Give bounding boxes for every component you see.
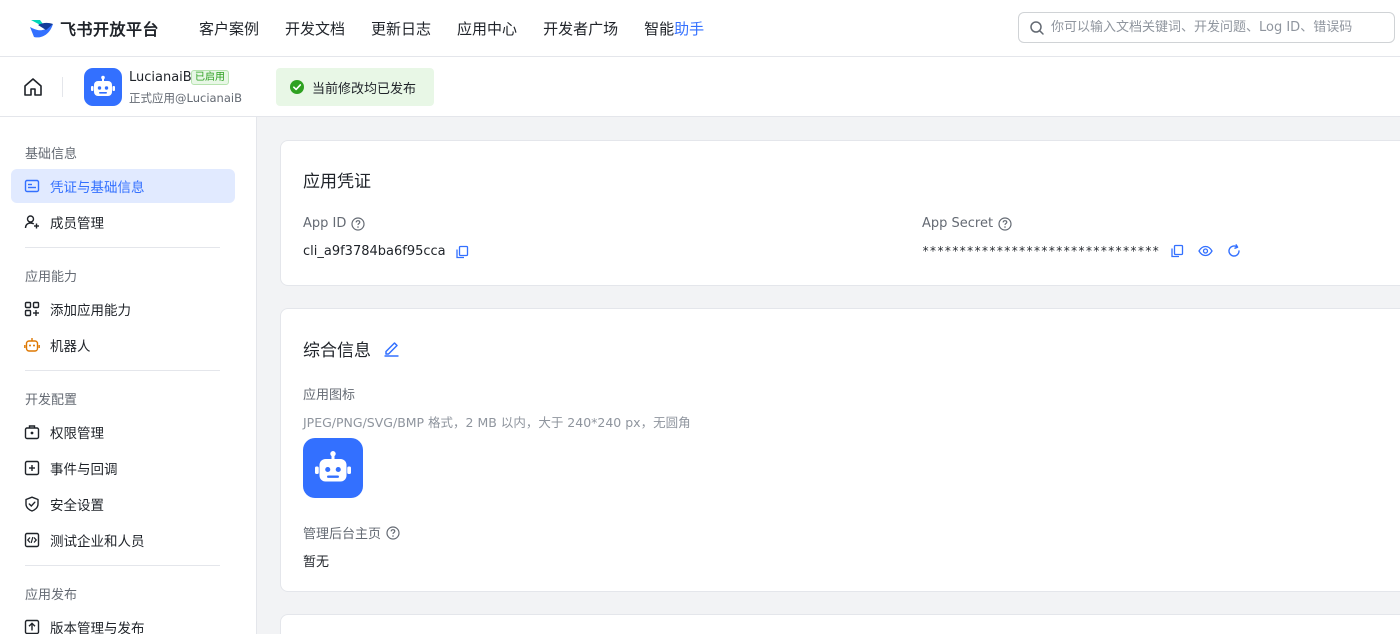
nav-ai-assistant-prefix: 智能 xyxy=(644,19,675,38)
reset-secret-button[interactable] xyxy=(1227,244,1241,258)
app-subtitle: 正式应用@LucianaiB xyxy=(129,91,242,105)
sidebar-item-label: 机器人 xyxy=(50,339,91,355)
upload-icon xyxy=(24,619,40,634)
sidebar-item-label: 权限管理 xyxy=(50,426,104,442)
app-icon-hint: JPEG/PNG/SVG/BMP 格式，2 MB 以内，大于 240*240 p… xyxy=(303,415,691,430)
add-grid-icon xyxy=(24,301,40,317)
nav-ai-assistant[interactable]: 智能助手 xyxy=(644,18,704,39)
admin-home-value: 暂无 xyxy=(303,555,330,570)
header-divider xyxy=(62,77,63,97)
sidebar-item-label: 版本管理与发布 xyxy=(50,621,145,634)
section-title-dev-config: 开发配置 xyxy=(25,393,78,408)
copy-icon xyxy=(1170,244,1183,258)
sidebar-item-security[interactable]: 安全设置 xyxy=(11,487,235,521)
credentials-card: 应用凭证 App ID cli_a9f3784ba6f95cca App Sec… xyxy=(280,140,1400,286)
sidebar-item-label: 添加应用能力 xyxy=(50,303,131,319)
nav-dev-docs[interactable]: 开发文档 xyxy=(285,18,345,39)
credentials-title: 应用凭证 xyxy=(303,172,371,192)
app-id-label: App ID xyxy=(303,216,365,231)
copy-app-secret-button[interactable] xyxy=(1170,244,1184,258)
edit-general-info-button[interactable] xyxy=(383,340,400,357)
app-icon-preview[interactable] xyxy=(303,438,363,498)
robot-avatar-icon xyxy=(91,75,115,96)
nav-developer-plaza[interactable]: 开发者广场 xyxy=(543,18,618,39)
publish-status-banner: 当前修改均已发布 xyxy=(276,68,434,106)
general-info-title: 综合信息 xyxy=(303,341,371,361)
help-icon[interactable] xyxy=(998,216,1012,231)
app-secret-value: ******************************** xyxy=(922,244,1160,258)
sidebar-item-label: 凭证与基础信息 xyxy=(50,180,145,196)
robot-app-icon xyxy=(315,451,351,482)
id-card-icon xyxy=(24,179,40,193)
app-secret-label: App Secret xyxy=(922,216,1012,231)
sidebar-item-label: 安全设置 xyxy=(50,498,104,514)
sidebar-item-events[interactable]: 事件与回调 xyxy=(11,451,235,485)
app-avatar[interactable] xyxy=(84,68,122,106)
copy-icon xyxy=(455,245,468,258)
app-header-bar: LucianaiB 已启用 正式应用@LucianaiB 当前修改均已发布 xyxy=(0,57,1400,117)
general-info-card: 综合信息 应用图标 JPEG/PNG/SVG/BMP 格式，2 MB 以内，大于… xyxy=(280,308,1400,592)
top-navigation-bar: 飞书开放平台 客户案例 开发文档 更新日志 应用中心 开发者广场 智能助手 xyxy=(0,0,1400,57)
app-id-label-text: App ID xyxy=(303,216,347,231)
sidebar-item-robot[interactable]: 机器人 xyxy=(11,328,235,362)
nav-customer-cases[interactable]: 客户案例 xyxy=(199,18,259,39)
logo-text: 飞书开放平台 xyxy=(60,20,160,39)
nav-ai-assistant-accent: 助手 xyxy=(674,19,705,38)
section-title-basic-info: 基础信息 xyxy=(25,147,78,162)
search-box[interactable] xyxy=(1018,12,1395,43)
nav-app-center[interactable]: 应用中心 xyxy=(457,18,517,39)
general-info-title-row: 综合信息 xyxy=(303,336,400,361)
sidebar-item-add-capability[interactable]: 添加应用能力 xyxy=(11,292,235,326)
admin-home-label-text: 管理后台主页 xyxy=(303,527,382,542)
app-secret-row: ******************************** xyxy=(922,244,1241,258)
home-icon[interactable] xyxy=(22,76,44,98)
section-title-app-capabilities: 应用能力 xyxy=(25,270,78,285)
status-badge: 已启用 xyxy=(191,70,229,85)
sidebar: 基础信息 凭证与基础信息 成员管理 应用能力 添加应用能力 机器人 开发配置 权… xyxy=(0,117,257,634)
code-icon xyxy=(24,532,40,548)
sidebar-item-members[interactable]: 成员管理 xyxy=(11,205,235,239)
help-icon[interactable] xyxy=(386,525,400,540)
feishu-logo-icon xyxy=(30,20,53,38)
app-id-row: cli_a9f3784ba6f95cca xyxy=(303,244,469,259)
sidebar-item-label: 事件与回调 xyxy=(50,462,118,478)
app-id-value: cli_a9f3784ba6f95cca xyxy=(303,244,446,259)
sidebar-divider xyxy=(25,370,220,371)
search-icon xyxy=(1030,20,1044,35)
help-icon[interactable] xyxy=(351,216,365,231)
copy-app-id-button[interactable] xyxy=(455,245,469,259)
sidebar-item-permissions[interactable]: 权限管理 xyxy=(11,415,235,449)
user-add-icon xyxy=(24,215,39,229)
sidebar-item-label: 测试企业和人员 xyxy=(50,534,145,550)
refresh-icon xyxy=(1227,244,1240,257)
sidebar-item-versions[interactable]: 版本管理与发布 xyxy=(11,610,235,634)
permission-icon xyxy=(24,425,40,440)
sidebar-item-test-tenants[interactable]: 测试企业和人员 xyxy=(11,523,235,557)
main-nav: 客户案例 开发文档 更新日志 应用中心 开发者广场 智能助手 xyxy=(186,0,717,56)
search-input[interactable] xyxy=(1051,20,1381,35)
section-title-app-release: 应用发布 xyxy=(25,588,78,603)
nav-changelog[interactable]: 更新日志 xyxy=(371,18,431,39)
app-name: LucianaiB xyxy=(129,70,192,85)
app-icon-label: 应用图标 xyxy=(303,388,356,403)
sidebar-divider xyxy=(25,247,220,248)
event-icon xyxy=(24,460,40,476)
edit-pencil-icon xyxy=(384,342,399,357)
success-check-icon xyxy=(290,80,304,94)
admin-home-label: 管理后台主页 xyxy=(303,523,400,542)
sidebar-item-label: 成员管理 xyxy=(50,216,104,232)
robot-icon xyxy=(24,338,40,352)
show-secret-button[interactable] xyxy=(1197,244,1213,258)
app-secret-label-text: App Secret xyxy=(922,216,994,231)
sidebar-divider xyxy=(25,565,220,566)
shield-icon xyxy=(25,496,39,512)
eye-icon xyxy=(1197,245,1213,257)
feishu-open-platform-logo[interactable]: 飞书开放平台 xyxy=(28,14,159,42)
publish-status-text: 当前修改均已发布 xyxy=(312,81,417,97)
next-section-card xyxy=(280,614,1400,634)
sidebar-item-credentials[interactable]: 凭证与基础信息 xyxy=(11,169,235,203)
